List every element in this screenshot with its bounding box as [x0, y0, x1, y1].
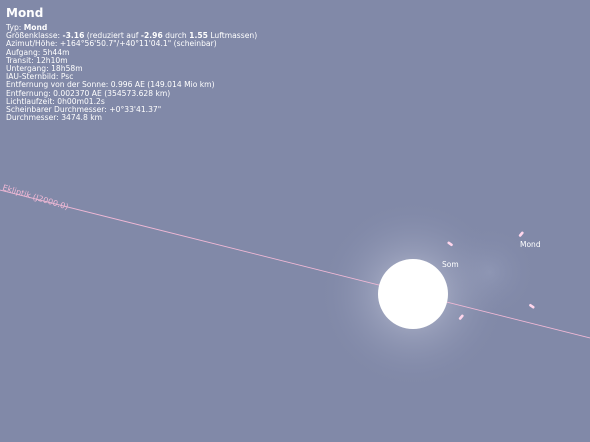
object-title: Mond	[6, 6, 44, 20]
moon-label[interactable]: Mond	[520, 240, 541, 249]
object-diameter: Durchmesser: 3474.8 km	[6, 113, 102, 123]
sun-label[interactable]: Som	[442, 260, 459, 269]
sun-disk[interactable]	[378, 259, 448, 329]
object-info-panel: Mond Typ: Mond Größenklasse: -3.16 (redu…	[6, 6, 257, 122]
